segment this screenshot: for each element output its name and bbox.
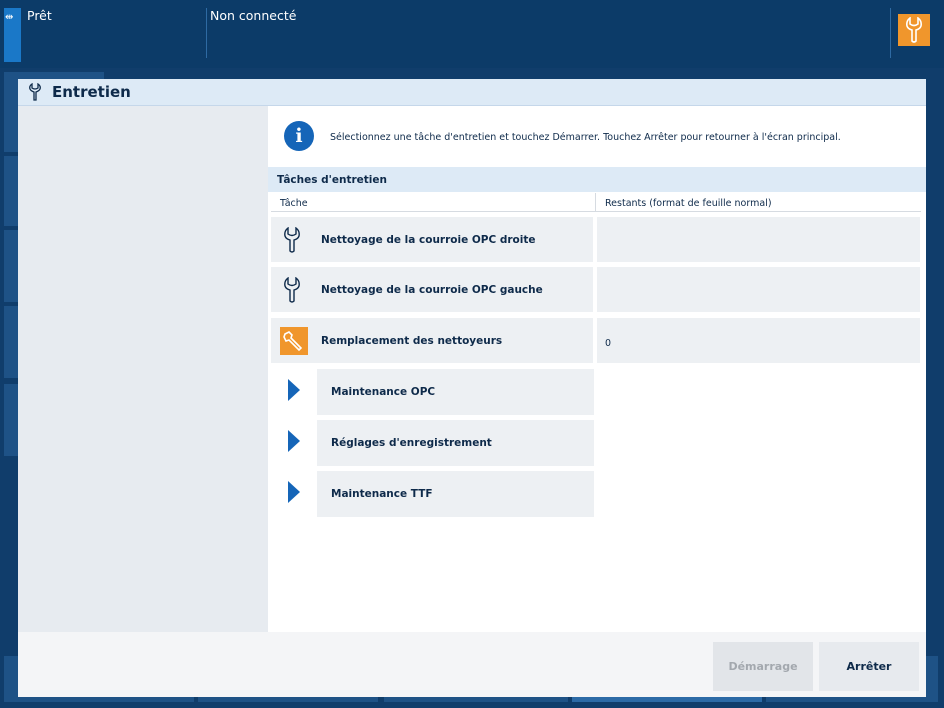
submenu-label: Maintenance TTF: [331, 488, 433, 500]
wrench-icon: [284, 227, 300, 253]
left-panel: [18, 106, 268, 632]
column-header-task: Tâche: [280, 198, 308, 209]
section-title: Tâches d'entretien: [277, 174, 387, 186]
status-ready-text: Prêt: [27, 8, 52, 23]
chevron-right-icon: [288, 430, 300, 452]
start-button[interactable]: Démarrage: [713, 642, 813, 691]
status-arrows-icon: ⇹: [5, 12, 13, 23]
submenu-label: Maintenance OPC: [331, 386, 436, 398]
wrench-icon: [29, 83, 41, 101]
stop-button[interactable]: Arrêter: [819, 642, 919, 691]
dialog-title-bar: Entretien: [18, 79, 926, 106]
wrench-icon: [284, 277, 300, 303]
status-divider: [206, 8, 207, 58]
task-remaining-cell: [597, 217, 920, 262]
submenu-opc-maintenance[interactable]: Maintenance OPC: [317, 369, 594, 415]
wrench-icon: [280, 327, 308, 355]
status-indicator[interactable]: ⇹: [4, 8, 21, 62]
submenu-label: Réglages d'enregistrement: [331, 437, 492, 449]
submenu-ttf-maintenance[interactable]: Maintenance TTF: [317, 471, 594, 517]
section-header: Tâches d'entretien: [268, 167, 926, 192]
connection-status-text: Non connecté: [210, 8, 297, 23]
task-row-cleaner-replacement[interactable]: Remplacement des nettoyeurs: [271, 318, 593, 363]
top-status-bar: ⇹ Prêt Non connecté: [0, 0, 944, 68]
status-divider-right: [890, 8, 891, 58]
chevron-right-icon: [288, 481, 300, 503]
column-header-remaining: Restants (format de feuille normal): [605, 198, 772, 209]
info-message: Sélectionnez une tâche d'entretien et to…: [330, 132, 841, 143]
task-label: Nettoyage de la courroie OPC gauche: [321, 284, 543, 296]
task-label: Nettoyage de la courroie OPC droite: [321, 234, 536, 246]
submenu-registration-settings[interactable]: Réglages d'enregistrement: [317, 420, 594, 466]
maintenance-dialog: Entretien i Sélectionnez une tâche d'ent…: [18, 79, 926, 697]
wrench-icon: [906, 17, 922, 43]
info-icon: i: [284, 121, 314, 151]
column-separator: [595, 193, 596, 212]
column-header-line: [271, 211, 921, 212]
task-row-opc-belt-left[interactable]: Nettoyage de la courroie OPC gauche: [271, 267, 593, 312]
task-row-opc-belt-right[interactable]: Nettoyage de la courroie OPC droite: [271, 217, 593, 262]
chevron-right-icon: [288, 379, 300, 401]
task-remaining-value: 0: [605, 338, 612, 349]
task-remaining-cell: 0: [597, 318, 920, 363]
task-label: Remplacement des nettoyeurs: [321, 335, 503, 347]
dialog-title: Entretien: [52, 83, 131, 101]
task-remaining-cell: [597, 267, 920, 312]
maintenance-button[interactable]: [898, 14, 930, 46]
